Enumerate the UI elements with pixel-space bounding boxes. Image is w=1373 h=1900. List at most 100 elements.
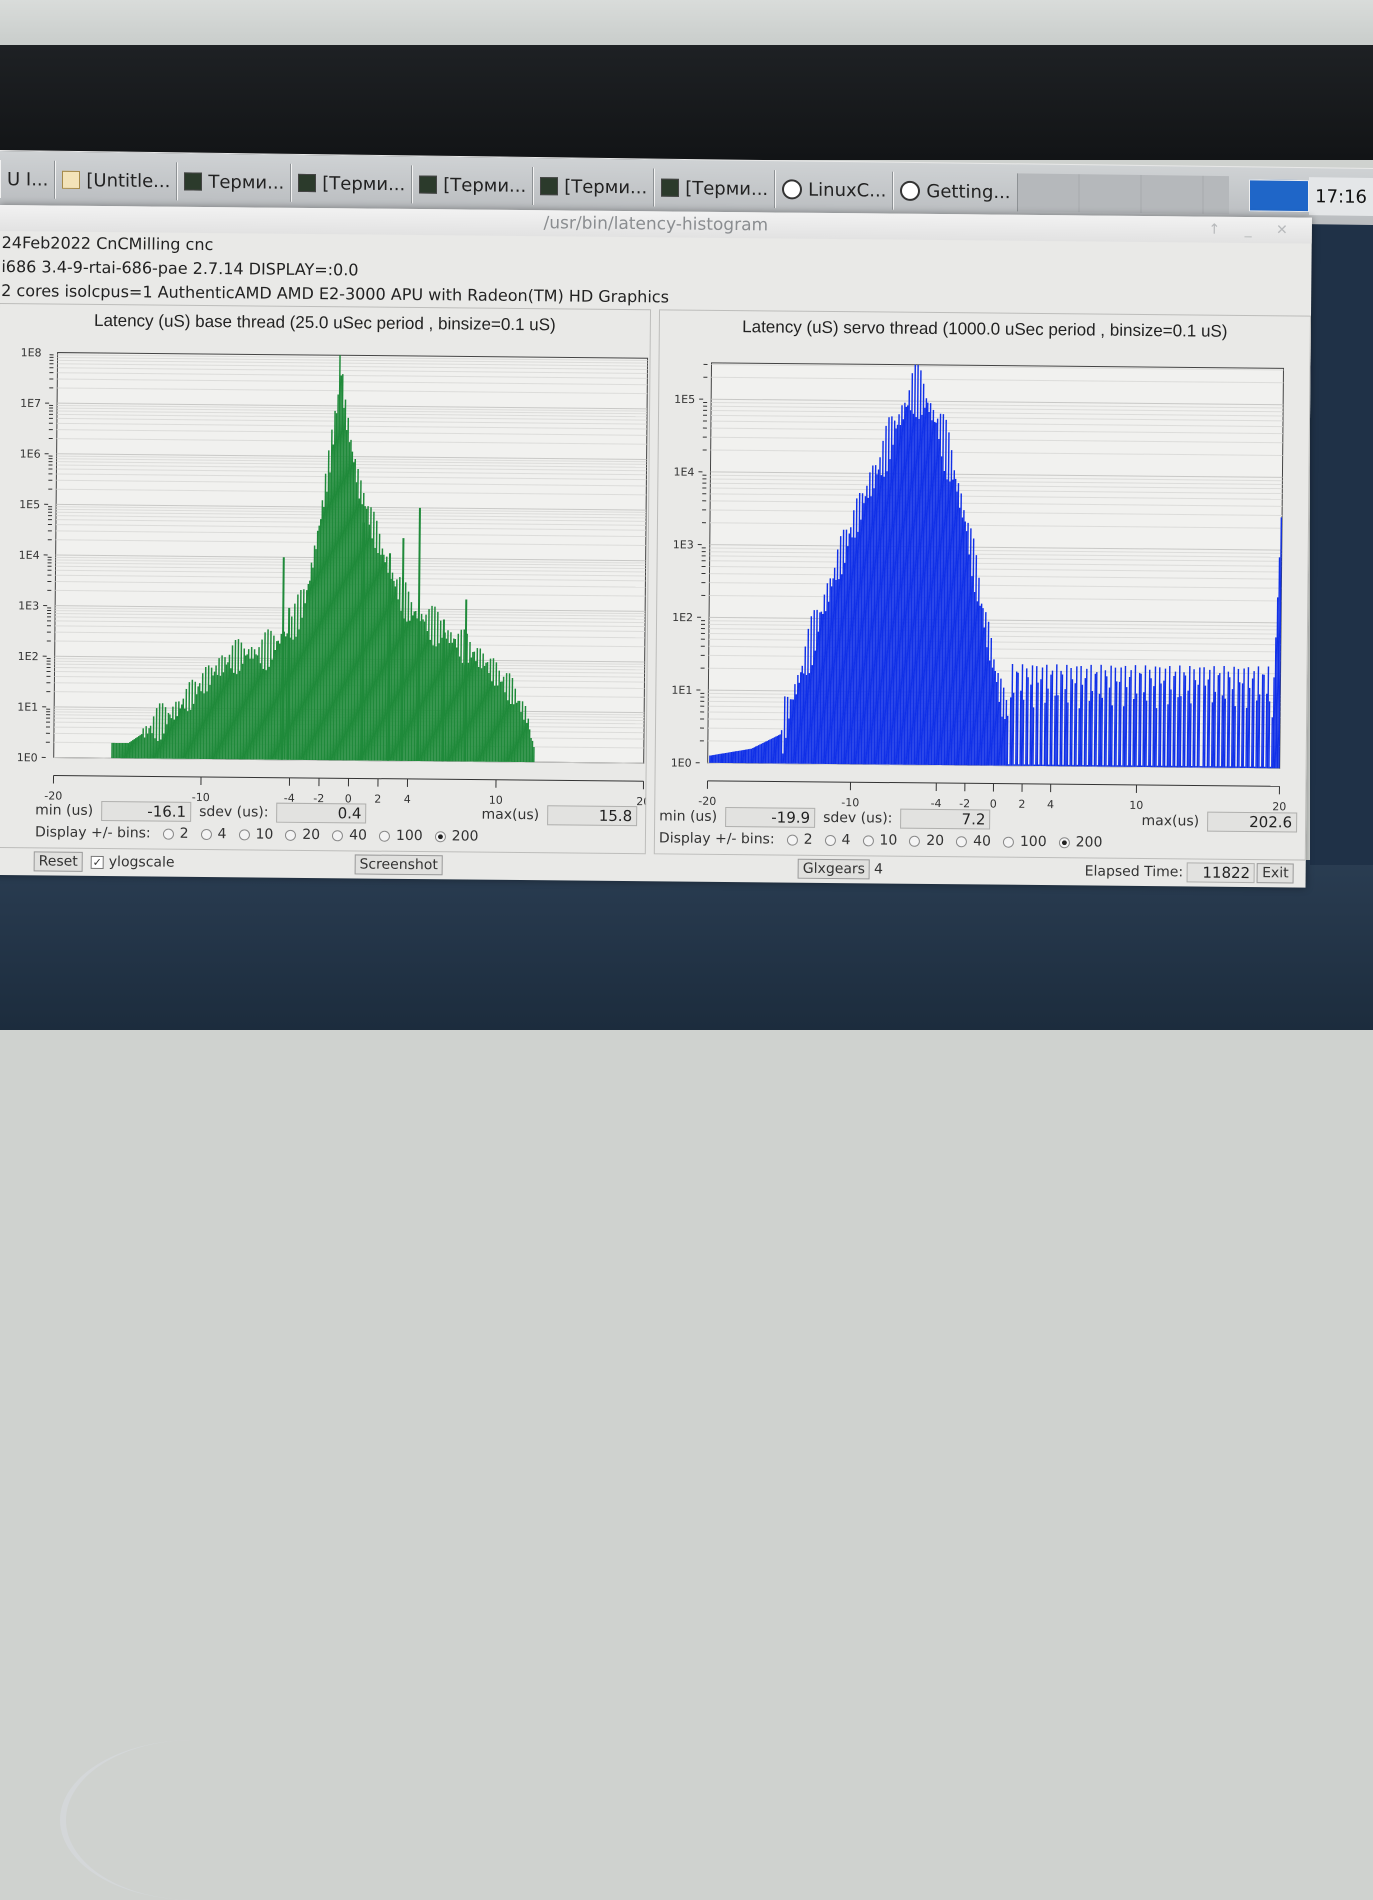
histogram-bar <box>1215 766 1216 767</box>
histogram-bar <box>1131 765 1132 766</box>
taskbar-item-label: Терми... <box>208 171 284 193</box>
histogram-bar <box>755 747 757 764</box>
histogram-bar <box>762 743 764 763</box>
histogram-bar <box>1264 767 1265 768</box>
taskbar-item[interactable]: [Терми... <box>533 167 654 207</box>
base-max-label: max(us) <box>481 807 539 824</box>
radio-icon[interactable] <box>285 829 296 840</box>
taskbar-item[interactable]: [Untitle... <box>55 161 177 201</box>
radio-icon[interactable] <box>956 836 967 847</box>
base-bins-option-4[interactable]: 4 <box>200 826 226 842</box>
servo-bins-option-20[interactable]: 20 <box>909 833 944 849</box>
y-tick-label: 1E2 <box>672 611 693 624</box>
radio-icon[interactable] <box>238 829 249 840</box>
window-controls[interactable]: ↑ _ ✕ <box>1208 217 1298 244</box>
base-bins-option-40[interactable]: 40 <box>332 827 367 843</box>
base-max-value: 15.8 <box>547 805 637 826</box>
radio-label: 200 <box>452 828 479 844</box>
radio-icon[interactable] <box>435 831 446 842</box>
taskbar-item[interactable]: Getting... <box>893 172 1017 212</box>
radio-icon[interactable] <box>1003 836 1014 847</box>
glxgears-button[interactable]: Glxgears <box>798 859 870 880</box>
servo-bins-option-40[interactable]: 40 <box>956 833 991 849</box>
histogram-bar <box>1077 765 1078 766</box>
exit-button[interactable]: Exit <box>1257 863 1294 883</box>
y-tick-label: 1E3 <box>18 599 39 612</box>
servo-bins-option-100[interactable]: 100 <box>1003 834 1047 850</box>
y-tick-label: 1E5 <box>19 498 40 511</box>
histogram-bar <box>748 749 750 763</box>
histogram-bar <box>746 749 748 763</box>
radio-label: 10 <box>879 832 897 848</box>
histogram-bar <box>136 737 138 758</box>
histogram-bar <box>154 738 156 758</box>
histogram-bar <box>1058 765 1059 766</box>
base-thread-pane: Latency (uS) base thread (25.0 uSec peri… <box>0 303 651 854</box>
histogram-bar <box>732 752 734 763</box>
histogram-bar <box>533 747 535 762</box>
servo-bins-option-10[interactable]: 10 <box>862 832 897 848</box>
reset-button[interactable]: Reset <box>34 851 83 871</box>
histogram-bar <box>1127 765 1128 766</box>
histogram-bar <box>769 739 771 763</box>
histogram-bar <box>782 753 784 763</box>
histogram-bar <box>129 742 131 758</box>
histogram-bar <box>771 739 773 764</box>
radio-icon[interactable] <box>1059 837 1070 848</box>
radio-label: 20 <box>926 833 944 849</box>
radio-icon[interactable] <box>379 830 390 841</box>
histogram-bar <box>1097 765 1098 766</box>
histogram-bar <box>1048 765 1049 766</box>
radio-icon[interactable] <box>163 828 174 839</box>
taskbar-item-label: [Терми... <box>685 177 768 199</box>
taskbar-item[interactable]: [Терми... <box>291 164 412 204</box>
radio-icon[interactable] <box>332 830 343 841</box>
ylogscale-check-icon[interactable]: ✓ <box>91 855 104 868</box>
histogram-bar <box>722 753 724 763</box>
radio-icon[interactable] <box>824 834 835 845</box>
radio-icon[interactable] <box>787 834 798 845</box>
base-bins-option-2[interactable]: 2 <box>163 826 189 842</box>
histogram-bar <box>132 740 134 758</box>
radio-icon[interactable] <box>201 828 212 839</box>
ylogscale-label: ylogscale <box>109 854 175 871</box>
elapsed-time-label: Elapsed Time: <box>1085 863 1184 880</box>
servo-bins-option-4[interactable]: 4 <box>824 832 850 848</box>
histogram-bar <box>142 728 144 758</box>
taskbar-item[interactable]: U I... <box>0 160 55 199</box>
histogram-bar <box>729 752 731 763</box>
workspace-pager-icon[interactable] <box>1249 179 1309 212</box>
histogram-bar <box>127 743 129 758</box>
histogram-bar <box>716 754 718 763</box>
screenshot-button[interactable]: Screenshot <box>354 854 443 875</box>
servo-sdev-value: 7.2 <box>900 809 990 830</box>
histogram-bar <box>1072 765 1073 766</box>
glxgears-count: 4 <box>874 861 883 877</box>
taskbar-item[interactable]: [Терми... <box>412 165 533 205</box>
radio-icon[interactable] <box>862 835 873 846</box>
histogram-bar <box>766 741 768 764</box>
histogram-bar <box>726 753 728 763</box>
base-bins-option-10[interactable]: 10 <box>238 826 273 842</box>
base-bins-option-200[interactable]: 200 <box>435 828 479 844</box>
histogram-bar <box>1107 765 1108 766</box>
taskbar-item[interactable]: LinuxC... <box>775 170 893 210</box>
histogram-bar <box>124 743 126 758</box>
servo-bins-option-200[interactable]: 200 <box>1059 834 1103 850</box>
servo-bins-option-2[interactable]: 2 <box>787 832 813 848</box>
servo-chart-title: Latency (uS) servo thread (1000.0 uSec p… <box>660 316 1310 342</box>
clock[interactable]: 17:16 <box>1309 177 1373 216</box>
base-bins-option-100[interactable]: 100 <box>379 828 423 844</box>
histogram-bar <box>718 754 720 763</box>
base-min-value: -16.1 <box>101 801 191 822</box>
ylogscale-checkbox[interactable]: ✓ ylogscale <box>91 854 175 871</box>
y-tick-label: 1E4 <box>19 549 40 562</box>
radio-label: 4 <box>841 832 850 848</box>
histogram-bar <box>1270 767 1271 768</box>
taskbar-item[interactable]: [Терми... <box>654 169 775 209</box>
base-bins-option-20[interactable]: 20 <box>285 827 320 843</box>
taskbar-item-label: [Терми... <box>564 176 647 198</box>
histogram-bar <box>778 735 780 763</box>
radio-icon[interactable] <box>909 835 920 846</box>
taskbar-item[interactable]: Терми... <box>177 162 291 201</box>
